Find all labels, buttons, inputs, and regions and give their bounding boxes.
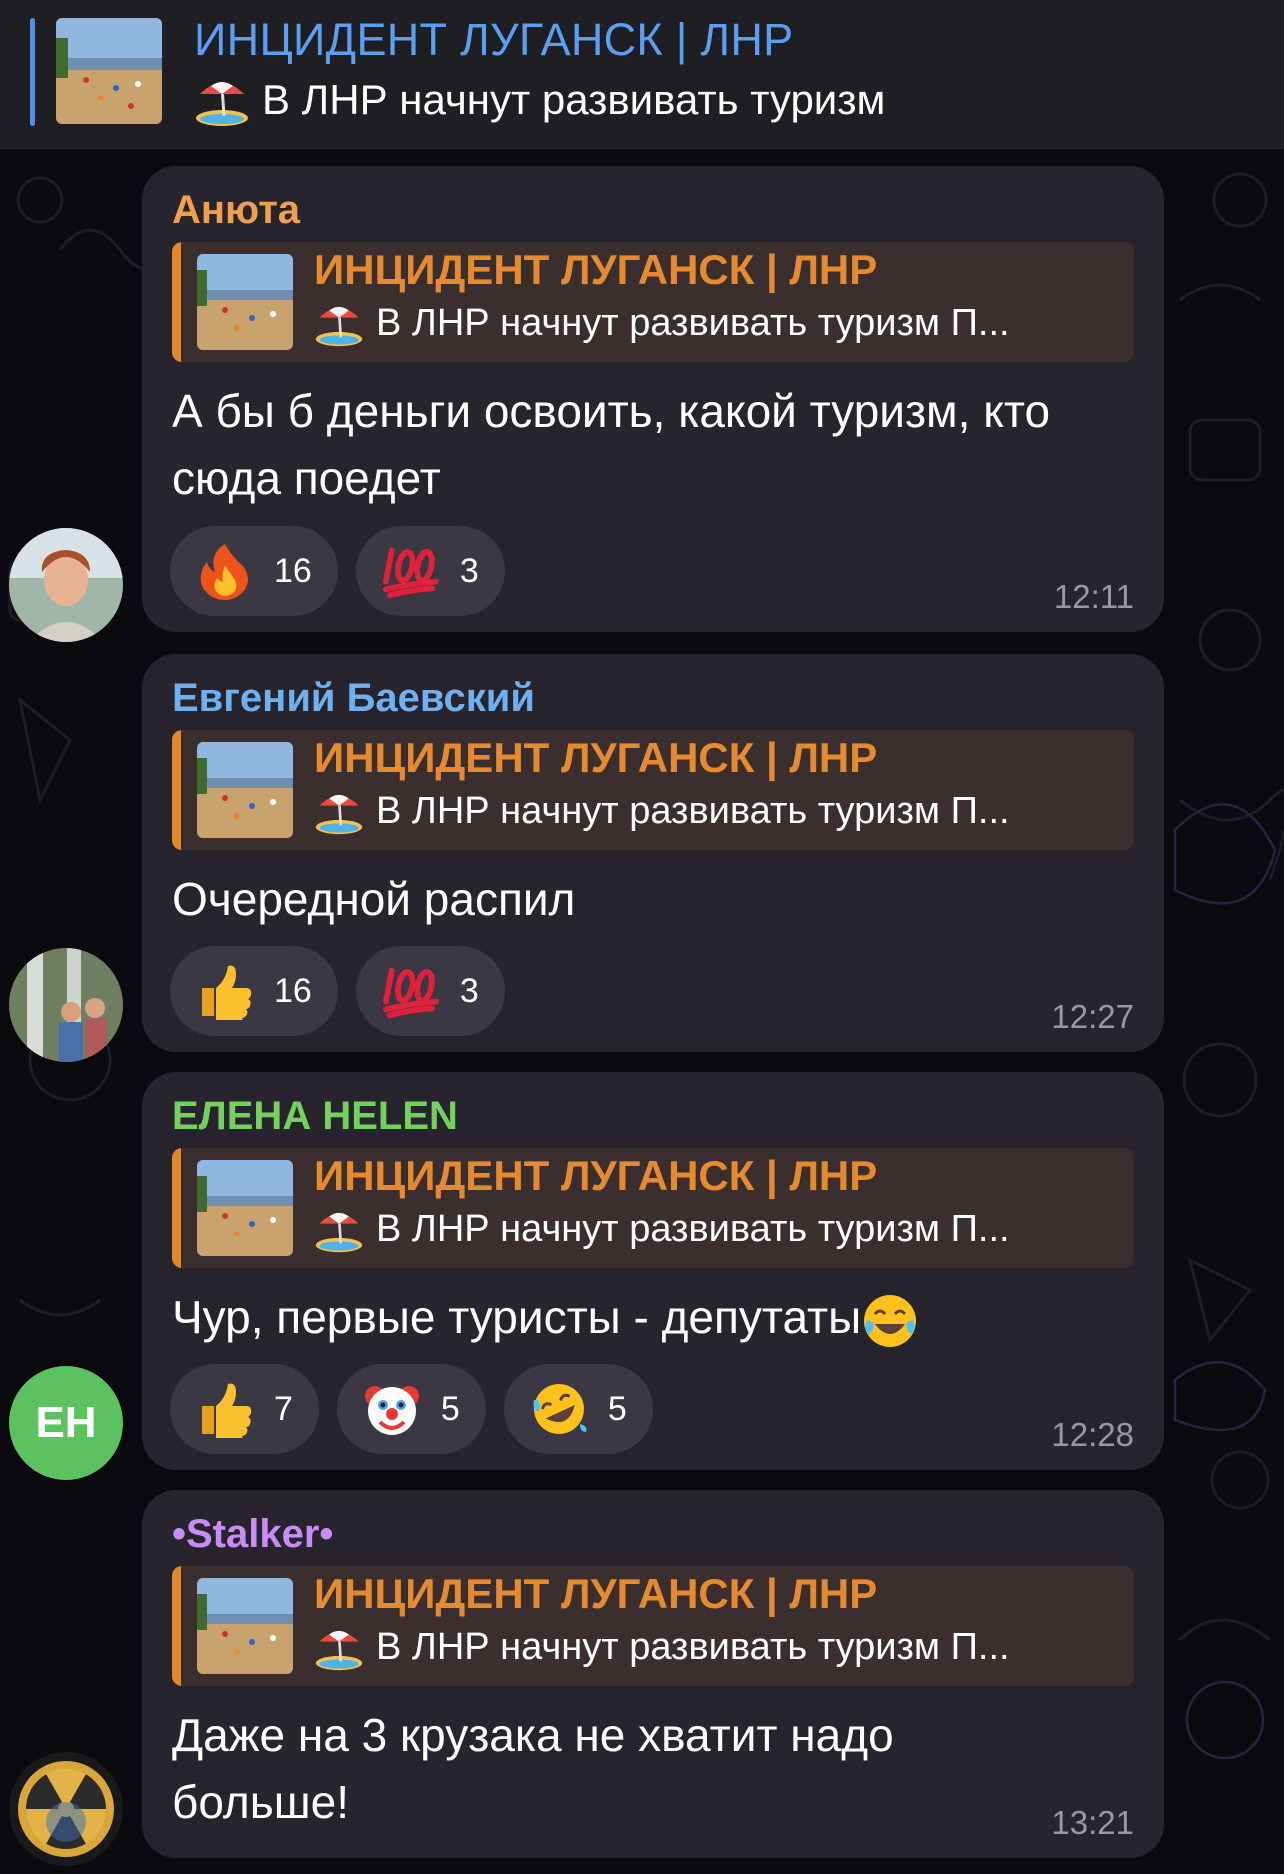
message-time: 12:28 <box>1051 1416 1134 1453</box>
avatar-initials: ЕН <box>35 1398 97 1447</box>
reactions: 16 3 <box>170 526 505 616</box>
reaction-count: 7 <box>274 1389 293 1428</box>
reaction-count: 3 <box>459 971 479 1010</box>
pinned-thumbnail <box>56 18 162 124</box>
reply-preview[interactable]: ИНЦИДЕНТ ЛУГАНСК | ЛНР В ЛНР начнут разв… <box>172 1148 1134 1268</box>
reaction-fire[interactable]: 16 <box>170 526 338 616</box>
message-author[interactable]: Анюта <box>172 188 300 233</box>
reaction-count: 5 <box>440 1389 460 1428</box>
beach-umbrella-icon <box>194 72 250 128</box>
message-text: Чур, первые туристы - депутаты <box>172 1284 1132 1351</box>
message-time: 13:21 <box>1051 1804 1134 1841</box>
avatar[interactable] <box>9 528 123 642</box>
reaction-count: 16 <box>274 551 312 590</box>
message-time: 12:11 <box>1053 578 1134 615</box>
thumbs-up-icon <box>196 962 254 1020</box>
avatar[interactable] <box>9 948 123 1062</box>
message-bubble: Евгений Баевский ИНЦИДЕНТ ЛУГАНСК | ЛНР … <box>142 654 1164 1052</box>
reply-subtitle-label: В ЛНР начнут развивать туризм П... <box>376 1207 1010 1250</box>
pinned-message-bar[interactable]: ИНЦИДЕНТ ЛУГАНСК | ЛНР В ЛНР начнут разв… <box>0 0 1284 149</box>
beach-umbrella-icon <box>314 298 364 348</box>
reply-preview[interactable]: ИНЦИДЕНТ ЛУГАНСК | ЛНР В ЛНР начнут разв… <box>172 1566 1134 1686</box>
reactions: 16 3 <box>170 946 505 1036</box>
reply-subtitle: В ЛНР начнут развивать туризм П... <box>314 1204 1010 1254</box>
reply-accent-bar <box>172 242 181 362</box>
reaction-hundred[interactable]: 3 <box>355 946 505 1036</box>
pinned-accent-bar <box>30 18 35 126</box>
reply-title: ИНЦИДЕНТ ЛУГАНСК | ЛНР <box>314 734 878 781</box>
reply-title: ИНЦИДЕНТ ЛУГАНСК | ЛНР <box>314 1152 878 1199</box>
message-text: Даже на 3 крузака не хватит надо больше! <box>172 1709 894 1828</box>
reply-accent-bar <box>172 1148 181 1268</box>
reply-subtitle: В ЛНР начнут развивать туризм П... <box>314 298 1010 348</box>
reply-subtitle-label: В ЛНР начнут развивать туризм П... <box>376 789 1010 832</box>
message-text-label: Чур, первые туристы - депутаты <box>172 1291 862 1343</box>
message-author[interactable]: ЕЛЕНА HELEN <box>172 1094 458 1139</box>
reply-subtitle: В ЛНР начнут развивать туризм П... <box>314 786 1010 836</box>
beach-umbrella-icon <box>314 1204 364 1254</box>
message-bubble: Анюта ИНЦИДЕНТ ЛУГАНСК | ЛНР В ЛНР начну <box>142 166 1164 632</box>
reply-thumbnail <box>197 742 293 838</box>
reply-thumbnail <box>197 254 293 350</box>
thumbs-up-icon <box>196 1380 254 1438</box>
reaction-count: 3 <box>459 551 479 590</box>
message-bubble: ЕЛЕНА HELEN ИНЦИДЕНТ ЛУГАНСК | ЛНР В ЛНР… <box>142 1072 1164 1470</box>
message-text: Очередной распил <box>172 873 576 925</box>
fire-icon <box>196 542 254 600</box>
clown-icon <box>363 1380 421 1438</box>
reply-title: ИНЦИДЕНТ ЛУГАНСК | ЛНР <box>314 246 878 293</box>
reaction-count: 5 <box>607 1389 627 1428</box>
hundred-icon <box>382 542 440 600</box>
reply-subtitle: В ЛНР начнут развивать туризм П... <box>314 1622 1010 1672</box>
message-author[interactable]: •Stalker• <box>172 1512 333 1557</box>
reply-subtitle-label: В ЛНР начнут развивать туризм П... <box>376 1625 1010 1668</box>
avatar[interactable]: ЕН <box>9 1366 123 1480</box>
reaction-hundred[interactable]: 3 <box>355 526 505 616</box>
avatar[interactable] <box>9 1752 123 1866</box>
reaction-thumbs-up[interactable]: 16 <box>170 946 338 1036</box>
pinned-channel-title: ИНЦИДЕНТ ЛУГАНСК | ЛНР <box>194 14 794 65</box>
reaction-thumbs-up[interactable]: 7 <box>170 1364 319 1454</box>
pinned-preview-label: В ЛНР начнут развивать туризм <box>262 76 886 123</box>
hundred-icon <box>382 962 440 1020</box>
reaction-rofl[interactable]: 5 <box>503 1364 653 1454</box>
beach-umbrella-icon <box>314 786 364 836</box>
reply-thumbnail <box>197 1160 293 1256</box>
rofl-icon <box>530 1380 588 1438</box>
reaction-clown[interactable]: 5 <box>336 1364 486 1454</box>
reply-preview[interactable]: ИНЦИДЕНТ ЛУГАНСК | ЛНР В ЛНР начнут разв… <box>172 242 1134 362</box>
beach-umbrella-icon <box>314 1622 364 1672</box>
message-author[interactable]: Евгений Баевский <box>172 676 535 721</box>
message-time: 12:27 <box>1051 998 1134 1035</box>
reply-thumbnail <box>197 1578 293 1674</box>
reply-accent-bar <box>172 1566 181 1686</box>
reply-preview[interactable]: ИНЦИДЕНТ ЛУГАНСК | ЛНР В ЛНР начнут разв… <box>172 730 1134 850</box>
pinned-preview-text: В ЛНР начнут развивать туризм <box>194 72 885 128</box>
reply-title: ИНЦИДЕНТ ЛУГАНСК | ЛНР <box>314 1570 878 1617</box>
reactions: 7 5 5 <box>170 1364 653 1454</box>
message-text: А бы б деньги освоить, какой туризм, кто… <box>172 385 1051 504</box>
reply-accent-bar <box>172 730 181 850</box>
tears-of-joy-icon <box>861 1292 919 1350</box>
reaction-count: 16 <box>274 971 312 1010</box>
reply-subtitle-label: В ЛНР начнут развивать туризм П... <box>376 301 1010 344</box>
message-bubble: •Stalker• ИНЦИДЕНТ ЛУГАНСК | ЛНР В ЛНР н… <box>142 1490 1164 1858</box>
